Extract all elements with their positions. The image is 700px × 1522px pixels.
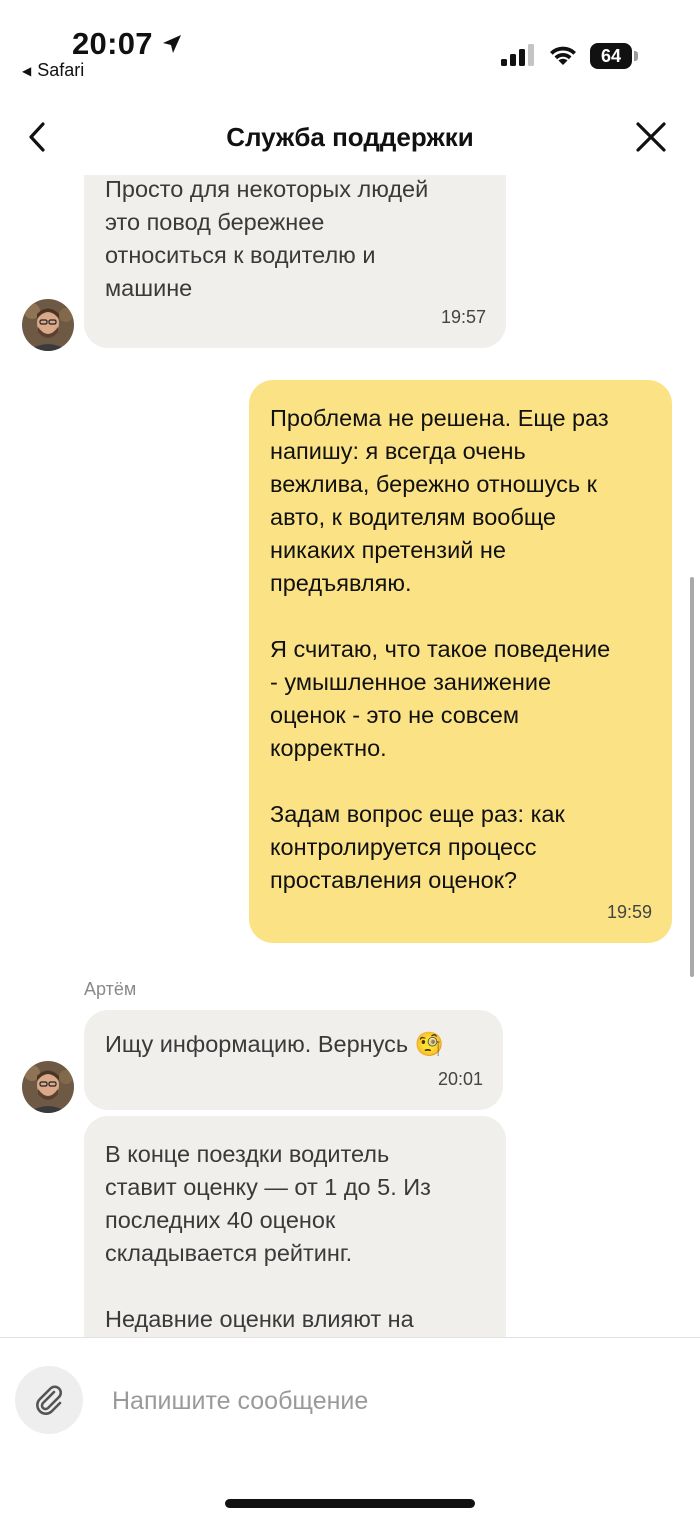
page-title: Служба поддержки <box>226 122 474 152</box>
message-composer <box>0 1337 700 1522</box>
sender-name: Артём <box>84 979 137 999</box>
message-text: Проблема не решена. Еще раз напишу: я вс… <box>270 405 611 893</box>
back-triangle-icon: ◀ <box>22 64 32 78</box>
chat-header: Служба поддержки <box>0 100 700 175</box>
chat-screen: 20:07 ◀ Safari 64 Служба поддержки Прост… <box>0 0 700 1522</box>
battery-indicator: 64 <box>590 43 638 69</box>
message-time: 19:57 <box>440 307 486 327</box>
wifi-icon <box>550 46 576 65</box>
agent-avatar <box>22 1061 74 1113</box>
status-time: 20:07 <box>72 26 153 61</box>
scrollbar[interactable] <box>690 577 694 977</box>
battery-level: 64 <box>600 46 622 66</box>
message-list[interactable]: Просто для некоторых людей это повод бер… <box>0 175 700 1337</box>
message-text: В конце поездки водитель ставит оценку —… <box>105 1141 431 1332</box>
message-time: 19:59 <box>606 902 652 922</box>
attach-button[interactable] <box>15 1366 83 1434</box>
back-to-app-link[interactable]: ◀ Safari <box>22 60 84 81</box>
paperclip-icon <box>36 1385 62 1415</box>
message-text: Просто для некоторых людей это повод бер… <box>105 176 429 301</box>
outgoing-message: Проблема не решена. Еще раз напишу: я вс… <box>249 380 672 943</box>
message-text-line: Ищу информацию. Вернусь 🧐 <box>105 1028 483 1061</box>
status-bar: 20:07 ◀ Safari 64 <box>0 0 700 100</box>
monocle-face-emoji: 🧐 <box>414 1031 444 1057</box>
message-input[interactable] <box>100 1378 660 1424</box>
cellular-signal-icon <box>501 44 534 66</box>
close-icon[interactable] <box>634 120 668 154</box>
back-app-label: Safari <box>37 60 85 80</box>
incoming-message: Ищу информацию. Вернусь 🧐 20:01 <box>84 1010 503 1110</box>
incoming-message: В конце поездки водитель ставит оценку —… <box>84 1116 506 1337</box>
agent-avatar <box>22 299 74 351</box>
location-arrow-icon <box>163 35 181 53</box>
home-indicator[interactable] <box>225 1499 475 1508</box>
message-text: Ищу информацию. Вернусь <box>105 1031 409 1057</box>
incoming-message: Просто для некоторых людей это повод бер… <box>84 175 506 348</box>
message-time: 20:01 <box>437 1069 483 1089</box>
